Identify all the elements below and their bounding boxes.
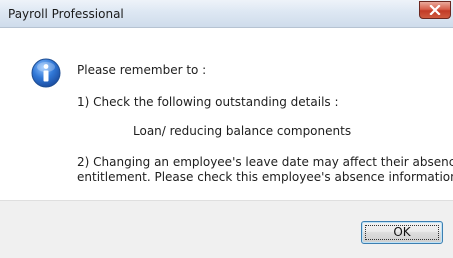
message-line-1: Please remember to : [77, 63, 207, 77]
message-line-5: entitlement. Please check this employee'… [77, 170, 453, 184]
title-bar[interactable]: Payroll Professional [0, 0, 453, 28]
ok-button[interactable]: OK [361, 221, 443, 244]
message-line-4: 2) Changing an employee's leave date may… [77, 155, 453, 169]
window-title: Payroll Professional [8, 7, 124, 21]
ok-button-label: OK [393, 225, 411, 239]
info-icon [31, 58, 61, 88]
close-button[interactable] [419, 1, 451, 19]
message-dialog: Payroll Professional Please remember to … [0, 0, 453, 258]
message-line-3: Loan/ reducing balance components [133, 124, 352, 138]
close-x-icon [429, 5, 441, 15]
message-area: Please remember to : 1) Check the follow… [0, 28, 453, 200]
message-line-2: 1) Check the following outstanding detai… [77, 95, 339, 109]
